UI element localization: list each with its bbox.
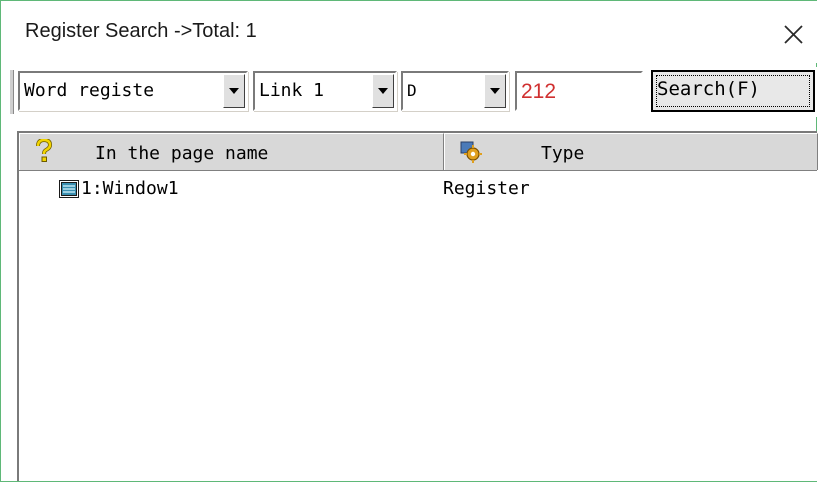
search-button-label: Search(F) — [657, 78, 760, 100]
column-header-page-name[interactable]: In the page name — [19, 133, 444, 170]
chevron-down-icon — [378, 88, 388, 94]
title-bar: Register Search ->Total: 1 — [1, 1, 818, 63]
address-value: 212 — [521, 80, 557, 103]
chevron-down-icon — [229, 88, 239, 94]
column-header-type[interactable]: Type — [444, 133, 818, 170]
list-header: In the page name Type — [19, 133, 818, 171]
column-label-type: Type — [541, 143, 585, 164]
gear-icon — [460, 141, 482, 163]
column-label-page-name: In the page name — [95, 143, 269, 164]
window-title: Register Search ->Total: 1 — [25, 20, 257, 42]
register-search-window: Register Search ->Total: 1 Word registe … — [0, 0, 818, 482]
device-select[interactable]: D — [401, 71, 509, 111]
link-value: Link 1 — [259, 80, 325, 101]
search-button[interactable]: Search(F) — [651, 70, 815, 112]
link-dropdown-button[interactable] — [372, 74, 394, 108]
device-value: D — [407, 81, 417, 100]
chevron-down-icon — [490, 88, 500, 94]
register-type-value: Word registe — [24, 80, 155, 101]
results-list[interactable]: In the page name Type 1:Window1 Register — [17, 131, 818, 481]
table-row[interactable]: 1:Window1 Register — [19, 175, 799, 203]
window-icon — [59, 180, 79, 198]
address-input[interactable]: 212 — [515, 71, 643, 111]
register-type-select[interactable]: Word registe — [18, 71, 248, 111]
link-select[interactable]: Link 1 — [253, 71, 397, 111]
register-type-dropdown-button[interactable] — [223, 74, 245, 108]
close-icon — [784, 25, 803, 44]
row-type: Register — [443, 178, 530, 199]
close-button[interactable] — [773, 13, 813, 53]
search-toolbar: Word registe Link 1 D 212 Search(F) — [1, 67, 818, 117]
toolbar-grip[interactable] — [9, 70, 14, 114]
row-page-name: 1:Window1 — [81, 178, 179, 199]
question-icon — [36, 139, 53, 162]
device-dropdown-button[interactable] — [484, 74, 506, 108]
